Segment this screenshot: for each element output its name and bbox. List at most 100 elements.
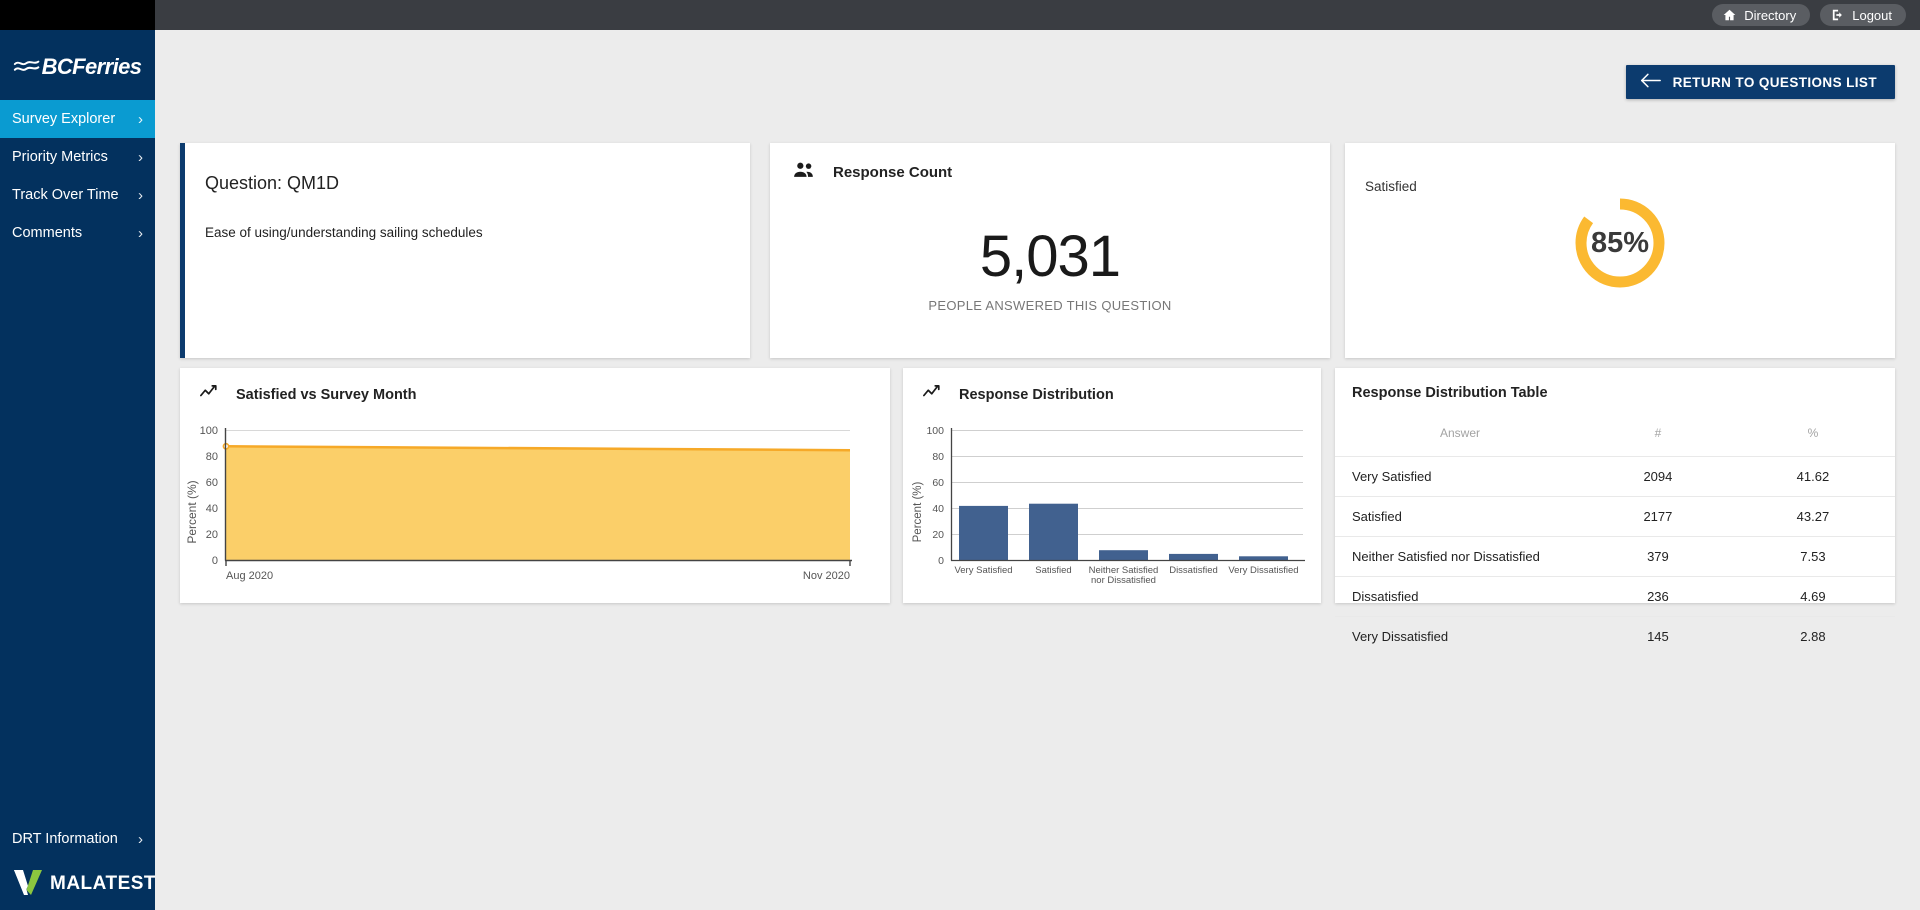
area-y-axis-label: Percent (%) [185,480,199,543]
x-tick-end: Nov 2020 [803,570,850,582]
chevron-right-icon: › [138,224,143,242]
sidebar-item-priority-metrics[interactable]: Priority Metrics › [0,138,155,176]
y-tick-100: 100 [926,425,944,437]
line-chart-icon [200,385,221,404]
response-count-title: Response Count [833,164,953,181]
column-header-percent: % [1807,426,1819,440]
sidebar-item-survey-explorer[interactable]: Survey Explorer › [0,100,155,138]
cell-answer: Neither Satisfied nor Dissatisfied [1335,536,1585,577]
response-count-value: 5,031 [979,224,1121,289]
bar-dissatisfied [1169,553,1218,560]
bar-very-dissatisfied [1239,556,1288,560]
line-chart-icon [923,385,944,404]
bar-chart-svg: 100 80 60 40 20 0 Very Satisfied Satisfi… [912,425,1305,586]
question-card: Question: QM1D Ease of using/understandi… [180,143,750,358]
wave-icon [13,54,40,80]
logout-button-label: Logout [1852,7,1892,23]
bar-very-satisfied [959,505,1008,560]
bar-y-axis-label: Percent (%) [912,481,924,542]
y-tick-40: 40 [206,503,218,515]
chevron-right-icon: › [138,186,143,204]
sidebar-item-label: Comments [12,225,83,241]
satisfied-vs-survey-month-card: Satisfied vs Survey Month 100 80 60 40 2… [180,368,890,603]
response-count-card: Response Count 5,031 PEOPLE ANSWERED THI… [770,143,1330,358]
area-chart-title: Satisfied vs Survey Month [236,386,417,403]
bcferries-logo: BCFerries [0,30,155,100]
cell-percent: 2.88 [1730,616,1895,656]
chevron-right-icon: › [138,110,143,128]
area-fill [226,446,850,560]
return-button-label: RETURN TO QUESTIONS LIST [1672,74,1877,90]
x-tick-start: Aug 2020 [226,570,273,582]
return-to-questions-list-button[interactable]: RETURN TO QUESTIONS LIST [1625,65,1895,99]
arrow-left-icon [1640,73,1661,91]
gauge-value: 85% [1590,226,1650,259]
y-tick-80: 80 [206,451,218,463]
table-header-row: Answer # % [1335,416,1895,457]
column-header-count: # [1654,426,1662,440]
x-tick-satisfied: Satisfied [1035,565,1071,576]
question-text: Ease of using/understanding sailing sche… [205,225,483,240]
response-distribution-table: Answer # % Very Satisfied 2094 41.62 Sat… [1335,416,1895,656]
cell-answer: Satisfied [1335,496,1585,537]
gauge-chart: 85% [1345,193,1895,293]
sidebar-item-comments[interactable]: Comments › [0,214,155,252]
response-count-header: Response Count [793,161,952,184]
top-bar-left-spacer [0,0,155,30]
malatest-wordmark: MALATEST [50,873,157,894]
table-row: Very Satisfied 2094 41.62 [1335,456,1895,497]
column-header-answer: Answer [1439,426,1480,440]
logout-button[interactable]: Logout [1820,4,1906,26]
top-bar-actions: Directory Logout [1712,4,1906,26]
gauge-label: Satisfied [1365,179,1417,194]
sidebar-item-label: Survey Explorer [12,111,116,127]
table-title: Response Distribution Table [1352,385,1548,401]
question-id: Question: QM1D [205,173,340,193]
y-tick-20: 20 [206,529,218,541]
y-tick-80: 80 [932,451,944,463]
sidebar-item-label: Track Over Time [12,187,119,203]
cell-answer: Very Dissatisfied [1335,616,1585,656]
bar-neither [1099,550,1148,560]
y-tick-60: 60 [932,477,944,489]
logout-icon [1830,8,1845,22]
response-count-subtitle: PEOPLE ANSWERED THIS QUESTION [928,298,1172,313]
chevron-right-icon: › [138,148,143,166]
cell-percent: 41.62 [1730,456,1895,497]
sidebar-item-drt-information[interactable]: DRT Information › [0,820,155,858]
response-distribution-table-card: Response Distribution Table Answer # % V… [1335,368,1895,656]
directory-button[interactable]: Directory [1712,4,1811,26]
table-row: Dissatisfied 236 4.69 [1335,576,1895,617]
bar-chart-header: Response Distribution [923,385,1114,404]
sidebar: BCFerries Survey Explorer › Priority Met… [0,30,157,910]
directory-button-label: Directory [1744,7,1797,23]
sidebar-item-label: Priority Metrics [12,149,108,165]
x-tick-very-dissatisfied: Very Dissatisfied [1228,565,1298,576]
cell-count: 379 [1585,536,1731,577]
cell-percent: 7.53 [1730,536,1895,577]
y-tick-60: 60 [206,477,218,489]
y-tick-40: 40 [932,503,944,515]
main-content: RETURN TO QUESTIONS LIST Question: QM1D … [155,30,1920,910]
cell-answer: Very Satisfied [1335,456,1585,497]
cell-count: 2094 [1585,456,1731,497]
chevron-right-icon: › [138,830,143,848]
y-tick-100: 100 [200,425,218,437]
satisfied-gauge-card: Satisfied 85% [1345,143,1895,358]
bar-chart-title: Response Distribution [959,386,1114,403]
x-tick-very-satisfied: Very Satisfied [954,565,1012,576]
x-tick-neither-line2: nor Dissatisfied [1091,575,1156,586]
malatest-mark-icon [13,868,43,901]
cell-count: 145 [1585,616,1731,656]
area-chart-header: Satisfied vs Survey Month [200,385,417,404]
response-distribution-card: Response Distribution 100 80 60 40 20 0 [903,368,1321,603]
y-tick-0: 0 [938,555,944,567]
table-row: Neither Satisfied nor Dissatisfied 379 7… [1335,536,1895,577]
y-tick-20: 20 [932,529,944,541]
sidebar-bottom: DRT Information › MALATEST [0,820,157,910]
area-chart-svg: 100 80 60 40 20 0 Aug 2020 Nov 2020 Perc… [185,425,852,582]
sidebar-item-track-over-time[interactable]: Track Over Time › [0,176,155,214]
table-row: Satisfied 2177 43.27 [1335,496,1895,537]
home-icon [1722,8,1737,22]
cell-percent: 43.27 [1730,496,1895,537]
